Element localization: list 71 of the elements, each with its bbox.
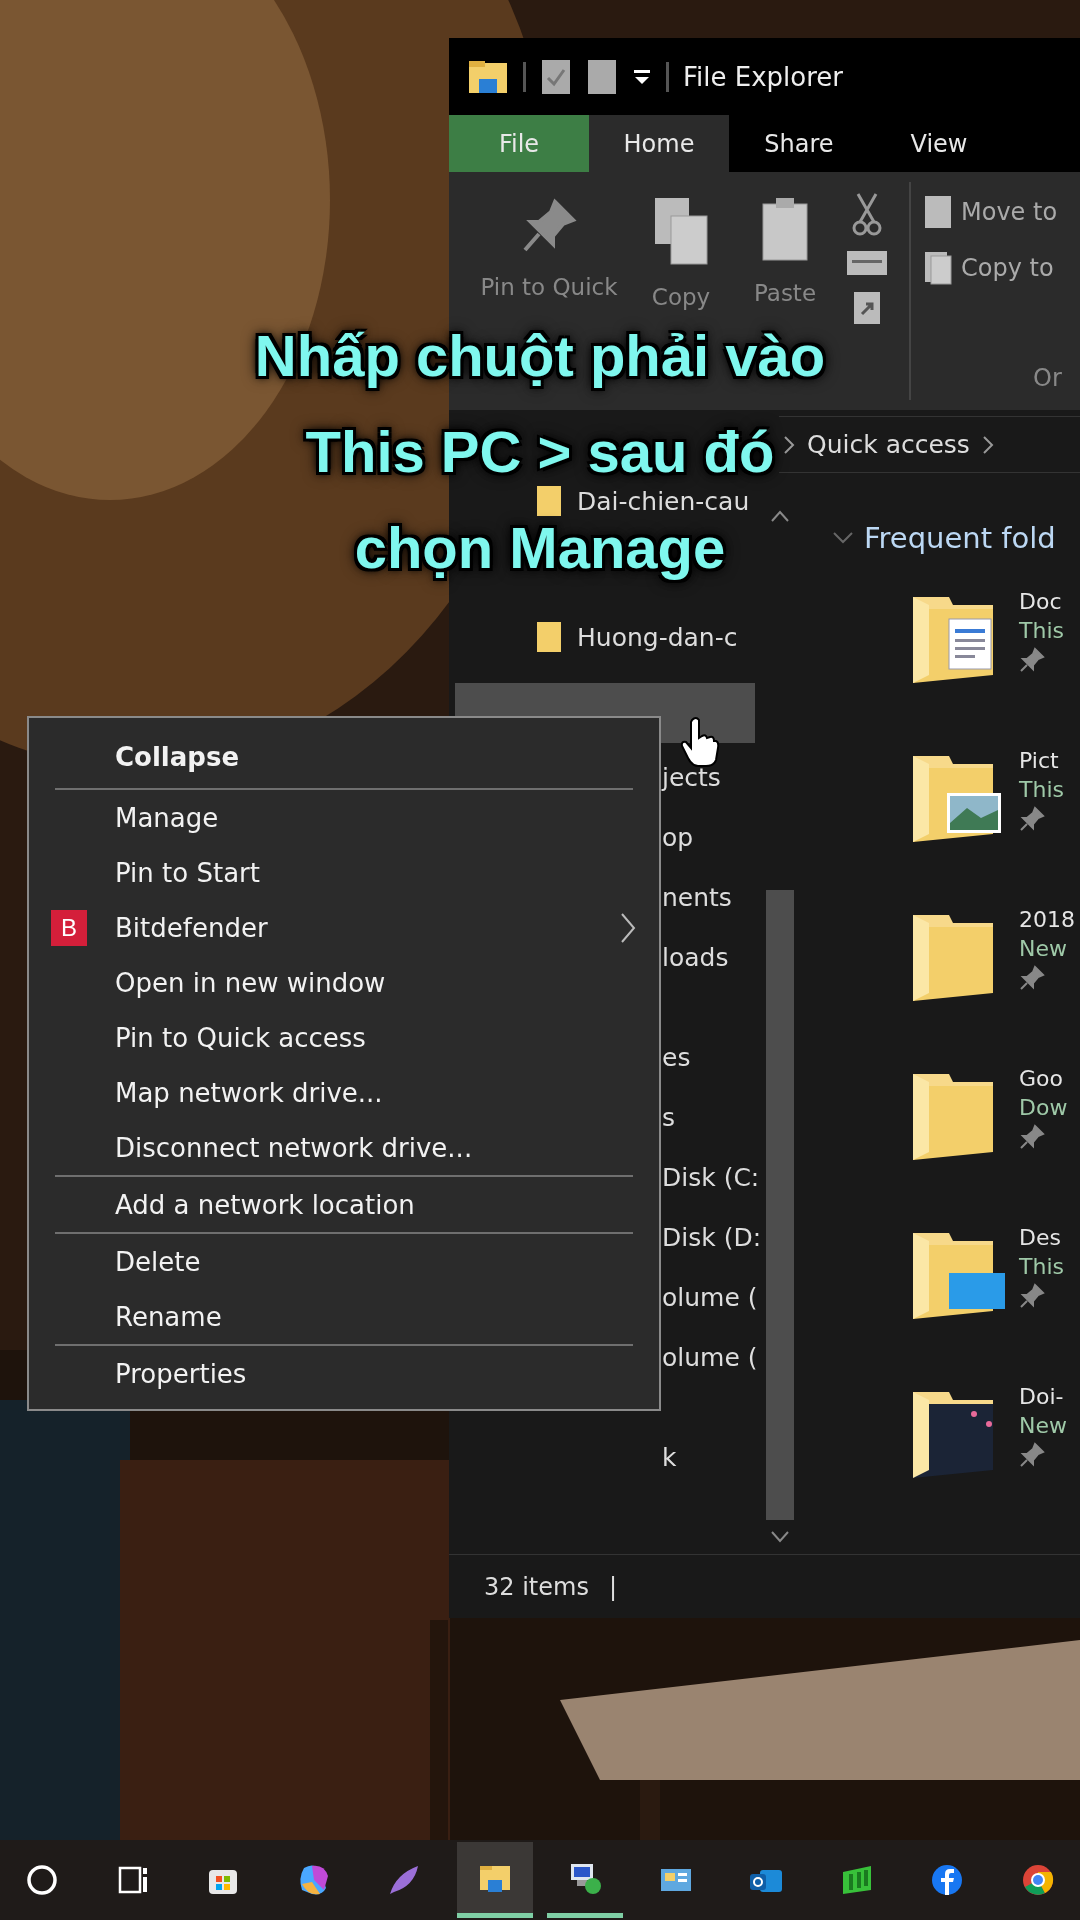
bitdefender-icon: B bbox=[51, 909, 87, 946]
ribbon-button-label[interactable]: Paste bbox=[753, 280, 817, 306]
nav-item[interactable]: olume ( bbox=[662, 1282, 758, 1312]
document-icon bbox=[923, 194, 953, 230]
folder-name[interactable]: 2018 bbox=[1019, 907, 1075, 932]
address-bar[interactable]: Quick access bbox=[779, 416, 1080, 473]
folder-location: This bbox=[1019, 1254, 1064, 1279]
menu-item[interactable]: Manage bbox=[29, 790, 659, 845]
copy-path-icon[interactable] bbox=[846, 250, 888, 276]
menu-item[interactable]: Rename bbox=[29, 1289, 659, 1344]
menu-item[interactable]: Add a network location bbox=[29, 1177, 659, 1232]
document-icon[interactable] bbox=[586, 57, 618, 96]
taskbar-app-button[interactable] bbox=[456, 1842, 533, 1918]
item-count: 32 items bbox=[484, 1572, 589, 1601]
caption-line: This PC > sau đó bbox=[305, 422, 775, 482]
menu-item[interactable]: Disconnect network drive... bbox=[29, 1120, 659, 1175]
shortcut-icon[interactable] bbox=[852, 290, 882, 326]
menu-item[interactable]: Open in new window bbox=[29, 955, 659, 1010]
nav-item[interactable]: Disk (D: bbox=[662, 1222, 762, 1252]
folder-location: New bbox=[1019, 936, 1068, 961]
folder-name[interactable]: Doi- bbox=[1019, 1384, 1067, 1409]
folder-location: Dow bbox=[1019, 1095, 1068, 1120]
scissors-icon[interactable] bbox=[852, 192, 882, 236]
nav-item[interactable]: s bbox=[662, 1102, 676, 1132]
ribbon-button-label[interactable]: Move to bbox=[961, 198, 1058, 226]
folder-location: New bbox=[1019, 1413, 1067, 1438]
folder-name[interactable]: Doc bbox=[1019, 589, 1064, 614]
hand-cursor-icon bbox=[680, 716, 720, 768]
folder-name[interactable]: Goo bbox=[1019, 1066, 1068, 1091]
ribbon-button-label[interactable]: Pin to Quick bbox=[480, 274, 618, 300]
nav-item[interactable]: es bbox=[662, 1042, 691, 1072]
scrollbar-thumb[interactable] bbox=[766, 890, 794, 1520]
nav-item[interactable]: nents bbox=[662, 882, 732, 912]
clipboard-icon bbox=[760, 196, 810, 262]
nav-item[interactable]: k bbox=[662, 1442, 677, 1472]
folder-icon bbox=[467, 58, 509, 95]
checked-document-icon[interactable] bbox=[540, 57, 572, 96]
ribbon-button-label[interactable]: Copy to bbox=[961, 254, 1054, 282]
nav-item[interactable]: op bbox=[662, 822, 694, 852]
menu-item[interactable]: B Bitdefender bbox=[29, 900, 659, 955]
ribbon-tab[interactable]: Home bbox=[589, 115, 729, 172]
group-label: Or bbox=[1033, 364, 1062, 392]
folder-location: This bbox=[1019, 618, 1064, 643]
ribbon-button-label[interactable]: Copy bbox=[651, 284, 711, 310]
window-title: File Explorer bbox=[683, 61, 844, 92]
documents-icon bbox=[923, 250, 953, 286]
caption-line: chọn Manage bbox=[354, 518, 726, 578]
folder-name[interactable]: Des bbox=[1019, 1225, 1064, 1250]
chevron-down-icon[interactable] bbox=[832, 531, 854, 545]
folder-location: This bbox=[1019, 777, 1064, 802]
folder-name[interactable]: Pict bbox=[1019, 748, 1064, 773]
nav-item[interactable]: loads bbox=[662, 942, 729, 972]
scroll-up-icon[interactable] bbox=[770, 509, 790, 523]
caption-line: Nhấp chuột phải vào bbox=[254, 326, 826, 386]
menu-item[interactable]: Map network drive... bbox=[29, 1065, 659, 1120]
nav-item[interactable]: olume ( bbox=[662, 1342, 758, 1372]
menu-item[interactable]: Pin to Quick access bbox=[29, 1010, 659, 1065]
nav-item[interactable]: Disk (C: bbox=[662, 1162, 760, 1192]
nav-item[interactable]: Dai-chien-cau bbox=[577, 486, 750, 516]
section-heading[interactable]: Frequent fold bbox=[864, 521, 1056, 555]
file-menu-button[interactable]: File bbox=[449, 115, 589, 172]
nav-item[interactable]: Huong-dan-c bbox=[577, 622, 738, 652]
scroll-down-icon[interactable] bbox=[770, 1530, 790, 1544]
status-divider: | bbox=[608, 1572, 617, 1601]
menu-item[interactable]: Delete bbox=[29, 1234, 659, 1289]
folder-icon bbox=[535, 620, 563, 654]
menu-item[interactable]: Collapse bbox=[29, 726, 659, 788]
breadcrumb[interactable]: Quick access bbox=[807, 430, 970, 459]
menu-item[interactable]: Properties bbox=[29, 1346, 659, 1401]
menu-item[interactable]: Pin to Start bbox=[29, 845, 659, 900]
chevron-icon bbox=[981, 434, 994, 455]
